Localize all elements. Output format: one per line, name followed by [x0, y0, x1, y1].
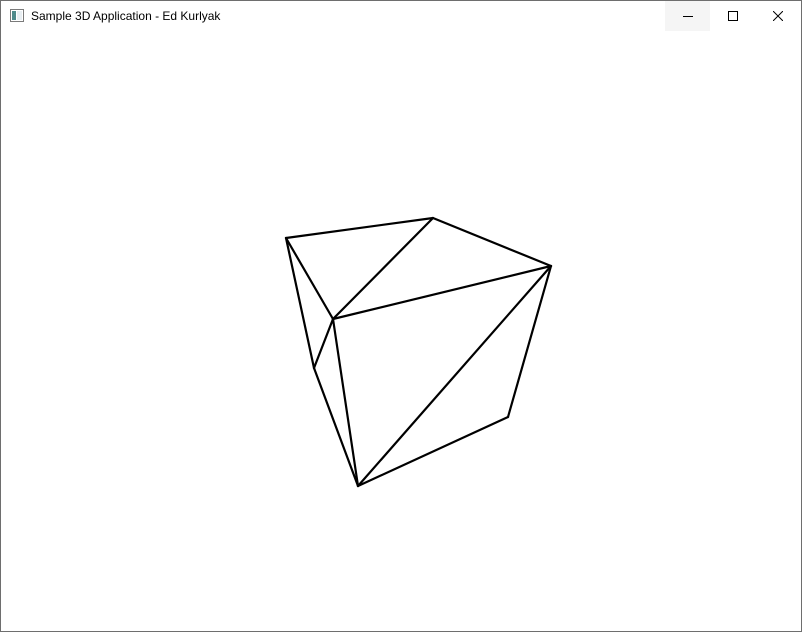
cube-edge	[284, 236, 335, 321]
cube-edge	[356, 264, 553, 488]
cube-edge	[506, 264, 553, 419]
cube-edge	[331, 264, 553, 321]
minimize-button[interactable]	[665, 1, 710, 31]
app-window-icon	[10, 9, 24, 22]
cube-edge	[284, 216, 435, 240]
maximize-icon	[727, 11, 738, 21]
cube-edge	[312, 317, 335, 370]
close-button[interactable]	[755, 1, 800, 31]
cube-edge	[331, 216, 435, 321]
cube-edge	[431, 216, 553, 268]
minimize-icon	[682, 16, 693, 17]
wireframe-cube	[284, 216, 553, 488]
window-title: Sample 3D Application - Ed Kurlyak	[31, 9, 221, 23]
cube-edge	[284, 236, 316, 370]
maximize-button[interactable]	[710, 1, 755, 31]
close-icon	[772, 11, 783, 21]
cube-edge	[331, 317, 360, 488]
cube-edge	[312, 366, 360, 488]
title-bar[interactable]: Sample 3D Application - Ed Kurlyak	[1, 1, 801, 31]
app-window: Sample 3D Application - Ed Kurlyak	[0, 0, 802, 632]
render-viewport[interactable]	[1, 31, 801, 631]
cube-edge	[356, 415, 510, 488]
